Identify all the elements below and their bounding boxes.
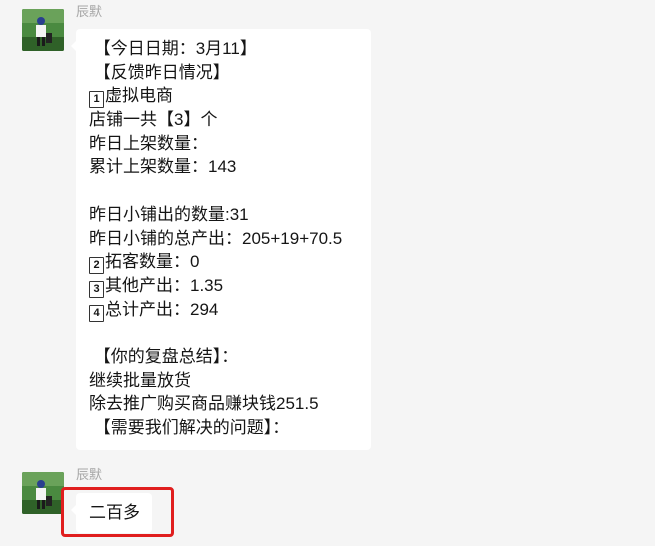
number-1-icon: 1	[89, 91, 104, 109]
message-line: 累计上架数量：143	[89, 157, 237, 177]
message-line	[89, 179, 371, 203]
message-line: 2 拓客数量：0	[89, 250, 371, 275]
message-bubble[interactable]: 【今日日期：3月11】 【反馈昨日情况】 1 虚拟电商 店铺一共【3】个 昨日上架数量：…	[71, 29, 371, 450]
avatar[interactable]	[22, 9, 64, 51]
avatar-image	[22, 472, 64, 514]
message-line	[89, 321, 371, 345]
message-line: 昨日上架数量：	[89, 133, 208, 153]
message-line: 【反馈昨日情况】	[89, 62, 230, 82]
message-line: 店铺一共【3】个	[89, 110, 218, 130]
number-3-icon: 3	[89, 280, 104, 298]
line-text: 拓客数量：0	[105, 252, 200, 272]
line-text: 总计产出：294	[105, 299, 219, 319]
message-line: 除去推广购买商品赚块钱251.5	[89, 394, 319, 414]
message-text: 【今日日期：3月11】 【反馈昨日情况】 1 虚拟电商 店铺一共【3】个 昨日上架数量：…	[89, 37, 371, 440]
avatar-image	[22, 9, 64, 51]
line-text: 虚拟电商	[105, 86, 173, 106]
message-line: 【你的复盘总结】：	[89, 346, 239, 366]
highlight-annotation	[61, 487, 174, 537]
message-line: 昨日小铺出的数量:31	[89, 204, 249, 224]
avatar[interactable]	[22, 472, 64, 514]
line-text: 其他产出：1.35	[105, 275, 224, 295]
message-line: 【今日日期：3月11】	[89, 39, 257, 58]
message-line: 3 其他产出：1.35	[89, 274, 371, 298]
message-line: 【需要我们解决的问题】：	[89, 418, 290, 437]
message-line: 继续批量放货	[89, 370, 191, 390]
sender-name: 辰默	[76, 4, 103, 19]
message-line: 4 总计产出：294	[89, 298, 371, 322]
message-line: 1 虚拟电商	[89, 84, 371, 109]
number-4-icon: 4	[89, 304, 104, 322]
number-2-icon: 2	[89, 257, 104, 275]
sender-name: 辰默	[76, 467, 103, 482]
message-line: 昨日小铺的总产出：205+19+70.5	[89, 228, 343, 248]
